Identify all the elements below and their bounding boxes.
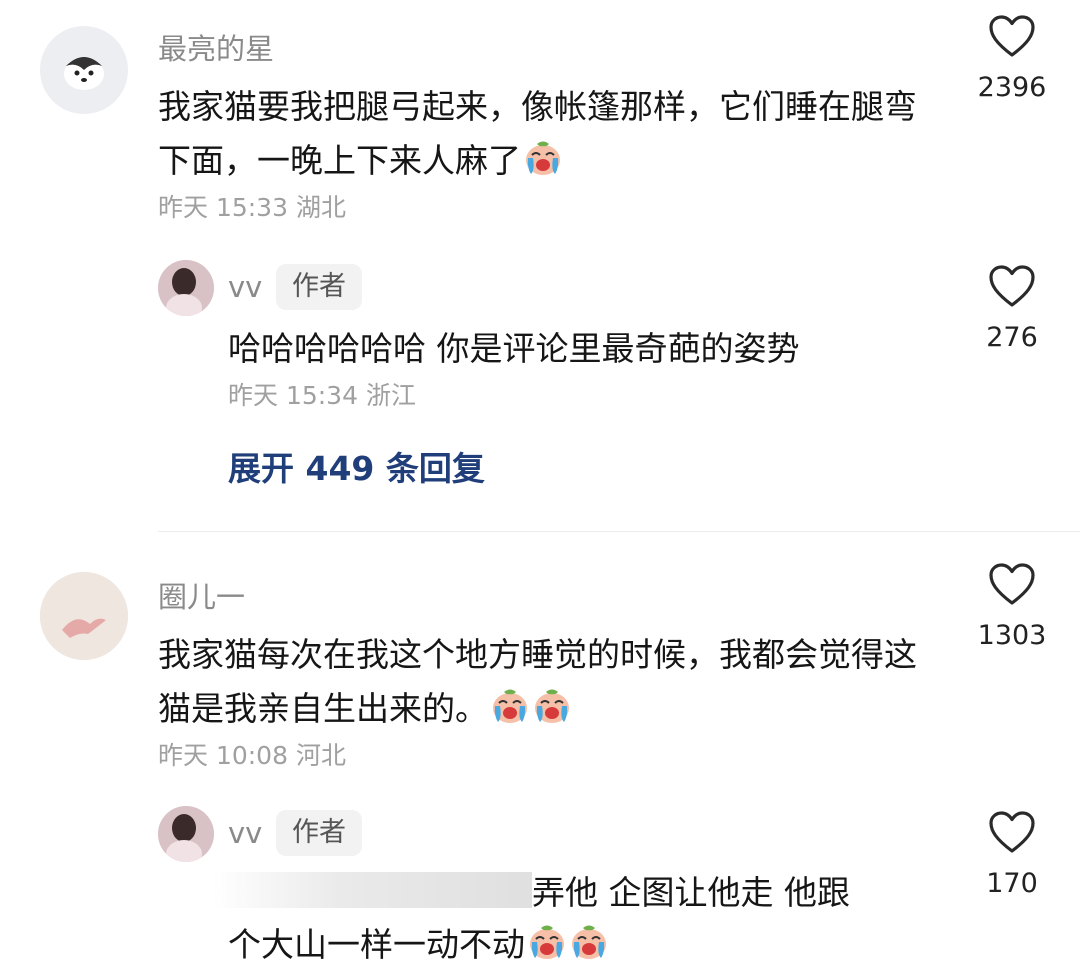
like-button[interactable]: 2396: [972, 14, 1052, 103]
divider: [158, 531, 1080, 532]
username[interactable]: 圈儿一: [158, 574, 245, 616]
reply-username[interactable]: vv: [228, 270, 262, 304]
reply-text-line-2: 个大山一样一动不动: [228, 925, 525, 964]
comment-meta: 昨天 10:08 河北: [158, 741, 346, 770]
avatar[interactable]: [40, 26, 128, 114]
username[interactable]: 最亮的星: [158, 26, 274, 68]
crying-face-emoji-icon: [523, 138, 563, 178]
crying-face-emoji-icon: [527, 922, 567, 962]
crying-face-emoji-icon: [490, 686, 530, 726]
reply-username[interactable]: vv: [228, 816, 262, 850]
crying-face-emoji-icon: [569, 922, 609, 962]
expand-replies-link[interactable]: 展开 449 条回复: [228, 442, 485, 490]
avatar[interactable]: [158, 260, 214, 316]
heart-icon: [988, 562, 1036, 606]
like-count: 276: [986, 322, 1038, 353]
comment-text: 我家猫要我把腿弓起来，像帐篷那样，它们睡在腿弯下面，一晚上下来人麻了: [158, 80, 918, 188]
reply-text-line-1: 弄他 企图让他走 他跟: [532, 873, 850, 912]
author-badge: 作者: [276, 264, 362, 310]
reply-text: 弄他 企图让他走 他跟: [212, 866, 850, 920]
avatar[interactable]: [40, 572, 128, 660]
crying-face-emoji-icon: [532, 686, 572, 726]
avatar[interactable]: [158, 806, 214, 862]
like-count: 2396: [977, 72, 1047, 103]
heart-icon: [988, 264, 1036, 308]
comment-meta: 昨天 15:33 湖北: [158, 193, 346, 222]
reply-text: 哈哈哈哈哈哈 你是评论里最奇葩的姿势: [228, 329, 800, 368]
author-badge: 作者: [276, 810, 362, 856]
heart-icon: [988, 810, 1036, 854]
heart-icon: [988, 14, 1036, 58]
reply-text: 个大山一样一动不动: [228, 918, 609, 972]
like-button[interactable]: 170: [972, 810, 1052, 899]
redacted-overlay: [212, 872, 532, 908]
reply-meta: 昨天 15:34 浙江: [228, 381, 416, 410]
like-button[interactable]: 276: [972, 264, 1052, 353]
comment-text: 我家猫每次在我这个地方睡觉的时候，我都会觉得这猫是我亲自生出来的。: [158, 628, 918, 736]
like-button[interactable]: 1303: [972, 562, 1052, 651]
like-count: 170: [986, 868, 1038, 899]
like-count: 1303: [977, 620, 1047, 651]
